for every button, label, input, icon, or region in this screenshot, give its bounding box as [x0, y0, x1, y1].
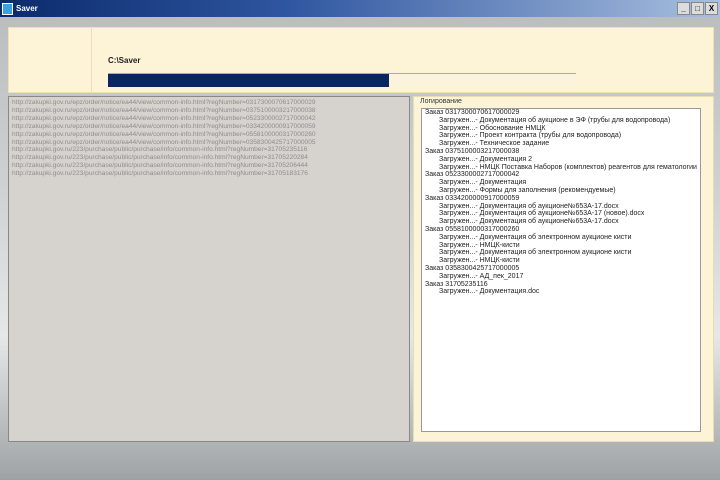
url-item[interactable]: http://zakupki.gov.ru/epz/order/notice/e… — [12, 107, 409, 115]
log-order-row: Заказ 0317300070617000029 — [425, 109, 520, 116]
log-file-row: Загружен...- Документация об аукционе в … — [439, 116, 671, 124]
log-group: Логирование Заказ 0317300070617000029 Заг… — [413, 96, 714, 442]
log-order-row: Заказ 31705235116 — [425, 280, 488, 288]
minimize-button[interactable]: _ — [677, 2, 690, 15]
progress-bar — [108, 73, 576, 87]
log-order-row: Заказ 0375100003217000038 — [425, 147, 520, 155]
url-item[interactable]: http://zakupki.gov.ru/epz/order/notice/e… — [12, 123, 409, 131]
progress-fill — [108, 74, 389, 87]
log-file-row: Загружен...- Проект контракта (трубы для… — [439, 132, 622, 140]
log-file-row: Загружен...- Документация об электронном… — [439, 233, 632, 241]
divider — [91, 28, 92, 92]
log-file-row: Загружен...- Документация об электронном… — [439, 249, 632, 257]
url-item[interactable]: http://zakupki.gov.ru/223/purchase/publi… — [12, 146, 409, 154]
title-bar: Saver _ □ X — [0, 0, 720, 17]
url-item[interactable]: http://zakupki.gov.ru/223/purchase/publi… — [12, 162, 409, 170]
url-item[interactable]: http://zakupki.gov.ru/223/purchase/publi… — [12, 154, 409, 162]
log-file-row: Загружен...- НМЦК-кисти — [439, 257, 520, 265]
log-file-row: Загружен...- Техническое задание — [439, 140, 550, 148]
url-item[interactable]: http://zakupki.gov.ru/epz/order/notice/e… — [12, 99, 409, 107]
log-order-row: Заказ 0558100000317000260 — [425, 225, 520, 233]
log-order-row: Заказ 0334200000917000059 — [425, 194, 520, 202]
log-order-row: Заказ 0358300425717000005 — [425, 264, 520, 272]
log-file-row: Загружен...- Документация.doc — [439, 288, 540, 296]
maximize-button[interactable]: □ — [691, 2, 704, 15]
log-file-row: Загружен...- АД_пек_2017 — [439, 272, 524, 280]
log-file-row: Загружен...- Формы для заполнения (реком… — [439, 186, 616, 194]
log-file-row: Загружен...- Документация об аукционе№65… — [439, 210, 645, 218]
window-title: Saver — [16, 4, 38, 13]
log-list[interactable]: Заказ 0317300070617000029 Загружен...- До… — [421, 108, 701, 432]
header-panel: C:\Saver — [8, 27, 714, 93]
log-file-row: Загружен...- НМЦК Поставка Наборов (комп… — [439, 163, 697, 171]
log-file-row: Загружен...- Документация — [439, 179, 527, 187]
log-file-row: Загружен...- Документация 2 — [439, 155, 533, 163]
url-item[interactable]: http://zakupki.gov.ru/epz/order/notice/e… — [12, 131, 409, 139]
url-item[interactable]: http://zakupki.gov.ru/epz/order/notice/e… — [12, 139, 409, 147]
url-item[interactable]: http://zakupki.gov.ru/epz/order/notice/e… — [12, 115, 409, 123]
url-list-panel[interactable]: http://zakupki.gov.ru/epz/order/notice/e… — [8, 96, 410, 442]
close-button[interactable]: X — [705, 2, 718, 15]
url-item[interactable]: http://zakupki.gov.ru/223/purchase/publi… — [12, 170, 409, 178]
save-path-label: C:\Saver — [108, 56, 141, 65]
app-icon — [2, 2, 13, 15]
log-file-row: Загружен...- Документация об аукционе№65… — [439, 218, 619, 226]
log-group-title: Логирование — [420, 98, 462, 105]
log-order-row: Заказ 0523300002717000042 — [425, 171, 520, 179]
